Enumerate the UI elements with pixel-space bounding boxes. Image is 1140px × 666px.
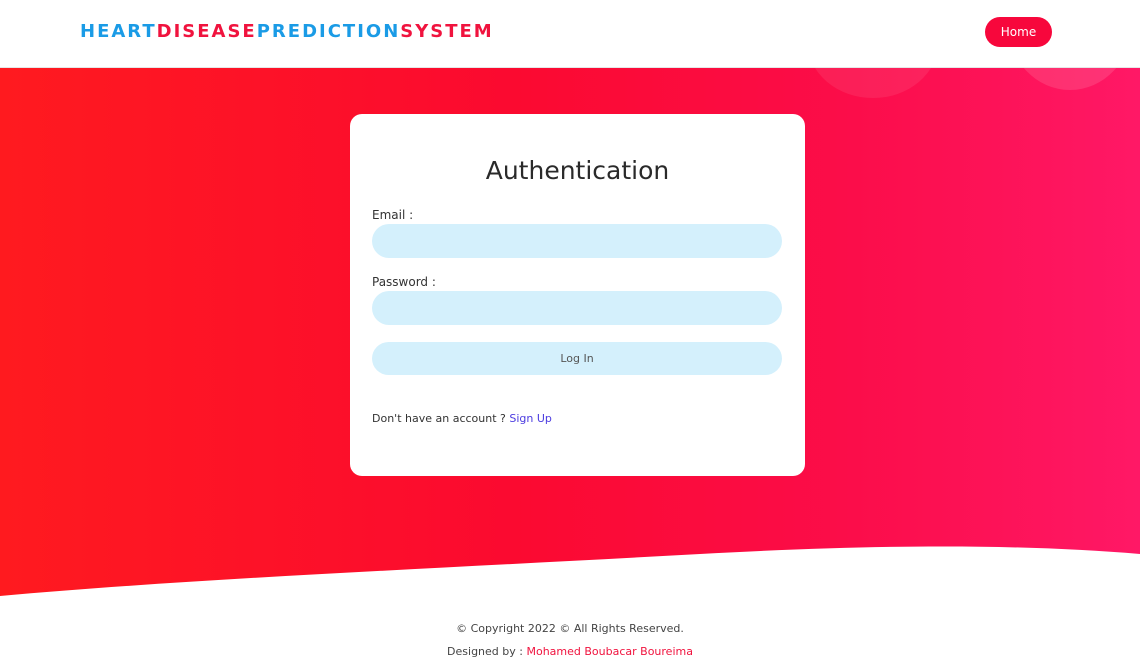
copyright-text: © Copyright 2022 © All Rights Reserved. xyxy=(456,622,684,635)
login-card: Authentication Email : Password : Log In… xyxy=(350,114,805,476)
brand-word-prediction: PREDICTION xyxy=(256,21,401,42)
brand-logo[interactable]: HEARTDISEASEPREDICTIONSYSTEM xyxy=(80,20,494,44)
designed-by-label: Designed by : xyxy=(447,645,523,658)
password-label: Password : xyxy=(372,275,436,289)
home-button[interactable]: Home xyxy=(985,17,1052,47)
top-navbar: HEARTDISEASEPREDICTIONSYSTEM Home xyxy=(0,0,1140,68)
decorative-bubble xyxy=(808,68,938,98)
page-title: Authentication xyxy=(485,156,670,185)
brand-word-heart: HEART xyxy=(80,21,157,42)
decorative-bubble xyxy=(1008,68,1132,90)
designer-link[interactable]: Mohamed Boubacar Boureima xyxy=(526,645,692,658)
sign-up-link[interactable]: Sign Up xyxy=(509,412,552,425)
brand-word-system: SYSTEM xyxy=(400,21,494,42)
email-field[interactable] xyxy=(372,224,782,258)
wave-divider xyxy=(0,546,1140,610)
no-account-text: Don't have an account ? xyxy=(372,412,506,425)
log-in-button[interactable]: Log In xyxy=(372,342,782,375)
password-field[interactable] xyxy=(372,291,782,325)
designer-credit: Designed by : Mohamed Boubacar Boureima xyxy=(0,645,1140,658)
brand-word-disease: DISEASE xyxy=(156,21,257,42)
signup-prompt: Don't have an account ? Sign Up xyxy=(372,412,552,425)
email-label: Email : xyxy=(372,208,414,222)
